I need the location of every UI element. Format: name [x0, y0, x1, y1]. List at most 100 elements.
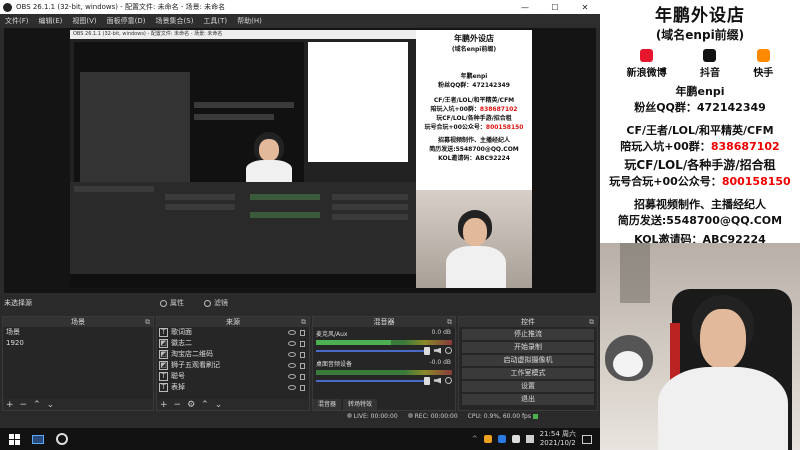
taskview-button[interactable] [28, 428, 48, 450]
obs-logo-icon [3, 2, 12, 12]
source-item[interactable]: ◩ 淘宝店二维码 [157, 349, 309, 360]
volume-icon[interactable] [525, 435, 534, 443]
properties-button[interactable]: 属性 [160, 298, 184, 308]
eye-icon[interactable] [288, 341, 296, 346]
tray-app-icon[interactable] [483, 435, 492, 443]
tab-transitions[interactable]: 转场特效 [343, 399, 378, 410]
menu-file[interactable]: 文件(F) [0, 16, 34, 26]
source-item[interactable]: T 聪号 [157, 371, 309, 382]
notification-icon[interactable] [582, 434, 592, 444]
filters-button[interactable]: 滤镜 [204, 298, 228, 308]
obs-taskbar-button[interactable] [52, 428, 72, 450]
streamer-name: 年鹏enpi [675, 85, 725, 98]
undock-icon[interactable]: ⧉ [447, 317, 452, 327]
live-status: LIVE: 00:00:00 [346, 413, 398, 420]
mini-person-shirt [446, 246, 506, 288]
nested-preview [74, 42, 304, 182]
sources-dock: 来源 ⧉ T 歌词面 ◩ 徽志二 ◩ 淘宝店二维码 ◩ 狮子五观看刷记 T 聪号 T 表掉 +… [156, 316, 310, 411]
move-down-button[interactable]: ⌄ [215, 400, 223, 410]
preview-canvas[interactable]: OBS 26.1.1 (32-bit, windows) - 配置文件: 未命名… [4, 28, 596, 293]
tray-expand-icon[interactable]: ^ [472, 435, 478, 443]
clock[interactable]: 21:54 周六 2021/10/2 [540, 430, 576, 448]
virtual-camera-button[interactable]: 启动虚拟摄像机 [462, 355, 594, 366]
text-icon: T [159, 372, 168, 381]
rec-icon [407, 413, 413, 418]
stop-streaming-button[interactable]: 停止推流 [462, 329, 594, 340]
streamer-face [700, 309, 746, 369]
eye-icon[interactable] [288, 363, 296, 368]
mixer-tabs: 混音器 转场特效 [313, 399, 455, 410]
source-item[interactable]: ◩ 狮子五观看刷记 [157, 360, 309, 371]
mini-fan-group: 粉丝QQ群：472142349 [438, 82, 510, 89]
slider-knob[interactable] [424, 346, 430, 355]
mini-line4-number: 800158150 [485, 124, 524, 131]
mixer-dock: 混音器 ⧉ 麦克风/Aux 0.0 dB 桌面音频设备 -0.0 dB 混音器 转… [312, 316, 456, 411]
mini-line6: 简历发送:5548700@QQ.COM [429, 146, 519, 153]
volume-slider[interactable] [316, 346, 452, 355]
remove-scene-button[interactable]: − [20, 400, 28, 410]
promo-line-1: CF/王者/LOL/和平精英/CFM [626, 124, 774, 137]
slider-track[interactable] [316, 376, 430, 385]
move-down-button[interactable]: ⌄ [47, 400, 55, 410]
menu-edit[interactable]: 编辑(E) [34, 16, 68, 26]
rec-time: REC: 00:00:00 [414, 413, 458, 420]
source-item[interactable]: T 表掉 [157, 382, 309, 393]
slider-knob[interactable] [424, 376, 430, 385]
mini-line7: KOL邀请码：ABC92224 [438, 155, 510, 162]
nested-row [194, 102, 294, 108]
menu-docks[interactable]: 面板停靠(D) [102, 16, 151, 26]
add-source-button[interactable]: + [160, 400, 168, 410]
eye-icon[interactable] [288, 385, 296, 390]
tab-mixer[interactable]: 混音器 [313, 399, 342, 410]
speaker-icon[interactable] [434, 347, 441, 354]
scene-item[interactable]: 场景 [3, 327, 153, 338]
menu-view[interactable]: 视图(V) [67, 16, 101, 26]
lock-icon[interactable] [300, 384, 305, 391]
start-recording-button[interactable]: 开始录制 [462, 342, 594, 353]
start-button[interactable] [0, 428, 28, 450]
network-icon[interactable] [511, 435, 520, 443]
tray-app-icon[interactable] [497, 435, 506, 443]
undock-icon[interactable]: ⧉ [145, 317, 150, 327]
source-item[interactable]: T 歌词面 [157, 327, 309, 338]
move-up-button[interactable]: ⌃ [33, 400, 41, 410]
undock-icon[interactable]: ⧉ [301, 317, 306, 327]
menu-tools[interactable]: 工具(T) [198, 16, 232, 26]
maximize-button[interactable]: ☐ [540, 3, 570, 12]
nested-row [250, 212, 320, 218]
lock-icon[interactable] [300, 373, 305, 380]
eye-icon[interactable] [288, 330, 296, 335]
menu-scene-collection[interactable]: 场景集合(S) [151, 16, 199, 26]
clock-date: 2021/10/2 [539, 439, 576, 447]
promo-line-5: 招募视频制作、主播经纪人 [634, 198, 766, 211]
studio-mode-button[interactable]: 工作室模式 [462, 368, 594, 379]
exit-button[interactable]: 退出 [462, 394, 594, 405]
lock-icon[interactable] [300, 340, 305, 347]
eye-icon[interactable] [288, 374, 296, 379]
settings-button[interactable]: 设置 [462, 381, 594, 392]
scenes-header: 场景 ⧉ [3, 317, 153, 327]
social-weibo: 新浪微博 [627, 49, 667, 79]
gear-icon[interactable] [445, 377, 452, 384]
close-button[interactable]: ✕ [570, 3, 600, 12]
remove-source-button[interactable]: − [174, 400, 182, 410]
scene-item[interactable]: 1920 [3, 338, 153, 349]
add-scene-button[interactable]: + [6, 400, 14, 410]
gear-icon[interactable] [445, 347, 452, 354]
source-item[interactable]: ◩ 徽志二 [157, 338, 309, 349]
volume-slider[interactable] [316, 376, 452, 385]
controls-dock: 控件 ⧉ 停止推流 开始录制 启动虚拟摄像机 工作室模式 设置 退出 [458, 316, 598, 411]
eye-icon[interactable] [288, 352, 296, 357]
minimize-button[interactable]: — [510, 3, 540, 12]
lock-icon[interactable] [300, 351, 305, 358]
source-settings-button[interactable]: ⚙ [187, 400, 195, 410]
windows-icon [8, 433, 20, 445]
move-up-button[interactable]: ⌃ [201, 400, 209, 410]
speaker-icon[interactable] [434, 377, 441, 384]
menu-help[interactable]: 帮助(H) [232, 16, 267, 26]
undock-icon[interactable]: ⧉ [589, 317, 594, 327]
lock-icon[interactable] [300, 362, 305, 369]
slider-track[interactable] [316, 346, 430, 355]
source-label: 表掉 [171, 383, 185, 391]
lock-icon[interactable] [300, 329, 305, 336]
